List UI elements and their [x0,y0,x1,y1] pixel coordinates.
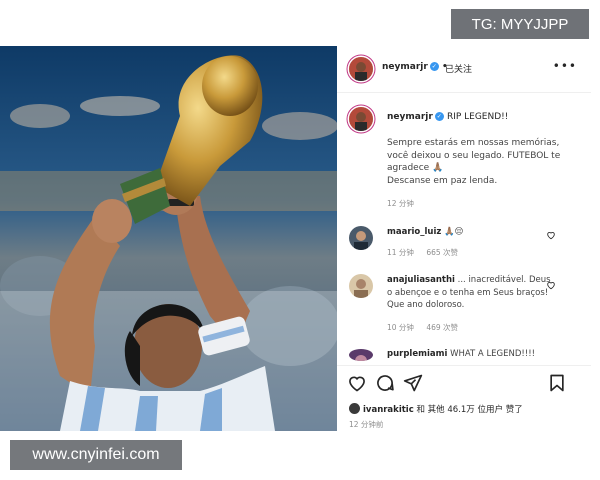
comment-username[interactable]: anajuliasanthi [387,275,455,285]
comment-username[interactable]: purplemiami [387,349,447,359]
caption-title: RIP LEGEND!! [446,112,509,122]
comment-avatar[interactable] [349,349,373,361]
liker-username[interactable]: ivanrakitic [363,405,414,415]
comment-time: 11 分钟 [387,248,414,257]
comment-time: 10 分钟 [387,323,414,332]
comment-body: WHAT A LEGEND!!!! [450,349,536,359]
caption-header: neymarjr ✓ RIP LEGEND!! [387,112,508,122]
follow-status[interactable]: 已关注 [445,62,472,75]
comment-text: anajuliasanthi ... inacreditável. Deus o… [387,274,557,312]
username-label: neymarjr [382,62,428,72]
comment-avatar[interactable] [349,226,373,250]
caption-line: Descanse em paz lenda. [387,175,498,186]
comment-avatar[interactable] [349,274,373,298]
comment-meta: 11 分钟 665 次赞 [387,247,468,258]
liked-by-rest[interactable]: 和 其他 46.1万 位用户 赞了 [416,405,522,415]
verified-badge-icon: ✓ [434,112,444,121]
caption-username[interactable]: neymarjr [387,112,433,122]
comment-text: purplemiami WHAT A LEGEND!!!! [387,348,557,362]
bookmark-icon[interactable] [547,373,567,393]
heart-icon[interactable] [347,373,367,393]
comment-icon[interactable] [375,373,395,393]
caption-avatar[interactable] [349,107,373,131]
caption-line: você deixou o seu legado. FUTEBOL te [387,150,561,161]
share-icon[interactable] [403,373,423,393]
comment-likes[interactable]: 469 次赞 [426,323,458,332]
avatar[interactable] [349,57,373,81]
post-time: 12 分钟前 [349,420,384,429]
post-photo[interactable] [0,46,337,431]
watermark-bottom: www.cnyinfei.com [10,440,182,470]
comment-username[interactable]: maario_luiz [387,227,441,237]
small-heart-icon[interactable] [546,280,556,290]
caption-line: Sempre estarás em nossas memórias, [387,138,560,148]
verified-badge-icon: ✓ [429,62,439,71]
post-image [0,46,337,431]
watermark-top: TG: MYYJJPP [451,9,589,39]
caption-line: agradece 🙏🏽 [387,163,444,173]
comment-body: 🙏🏽😔 [444,227,464,237]
comment-meta: 10 分钟 469 次赞 [387,322,468,333]
more-options-icon[interactable]: ••• [553,59,577,73]
comment-text: maario_luiz 🙏🏽😔 [387,226,557,239]
header-username[interactable]: neymarjr ✓ • [382,62,448,72]
comment-likes[interactable]: 665 次赞 [426,248,458,257]
post-panel: neymarjr ✓ • 已关注 ••• neymarjr ✓ RIP LEGEND… [337,46,591,431]
caption-time: 12 分钟 [387,199,414,208]
liker-avatar [349,403,360,414]
post-header: neymarjr ✓ • 已关注 ••• [337,46,591,93]
liked-by: ivanrakitic 和 其他 46.1万 位用户 赞了 [349,403,523,415]
small-heart-icon[interactable] [546,230,556,240]
caption-body: Sempre estarás em nossas memórias, você … [387,137,577,187]
